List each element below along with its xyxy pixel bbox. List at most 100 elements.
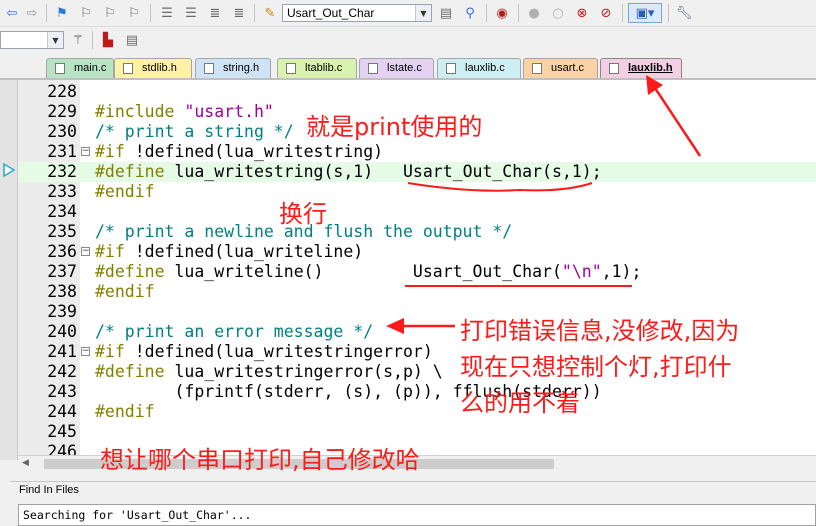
annotation-note-newline: 换行 [279, 200, 327, 228]
code-token: 1 [353, 162, 364, 181]
breakpoint-all-icon[interactable]: ⊘ [596, 3, 616, 23]
line-number: 239 [47, 302, 77, 321]
open-file-icon[interactable]: ▤ [436, 3, 456, 23]
pack-installer-icon[interactable]: ▤ [122, 30, 142, 50]
current-line-arrow-icon [3, 163, 15, 177]
bookmark-clear-icon[interactable]: ⚐ [124, 3, 144, 23]
code-token: 1 [571, 162, 582, 181]
fold-toggle-icon[interactable]: − [81, 247, 90, 256]
code-token: lua_writestringerror(s,p) \ [174, 362, 443, 381]
annotation-note-error: 么的用不着 [460, 389, 580, 417]
scroll-left-icon[interactable]: ◀ [22, 458, 29, 468]
magic-wand-icon[interactable]: ⚚ [68, 30, 88, 50]
back-icon[interactable]: ⇦ [2, 3, 22, 23]
code-line[interactable]: 231− #if !defined(lua_writestring) [18, 142, 816, 162]
file-icon [55, 63, 65, 74]
line-number: 236 [47, 242, 77, 261]
uncomment-icon[interactable]: ≣ [229, 3, 249, 23]
tab-label: lauxlib.h [628, 62, 673, 74]
tab-lstate-c[interactable]: lstate.c [359, 58, 434, 78]
code-line[interactable]: 244 #endif [18, 402, 816, 422]
wrench-icon[interactable]: 🔧︎ [674, 3, 694, 23]
chevron-down-icon[interactable]: ▼ [47, 32, 63, 48]
find-in-files-icon[interactable]: ⚲ [460, 3, 480, 23]
tab-main-c[interactable]: main.c [46, 58, 114, 78]
code-text: #if !defined(lua_writeline) [95, 242, 363, 262]
window-icon[interactable]: ▣▾ [628, 3, 662, 23]
tab-stdlib-h[interactable]: stdlib.h [114, 58, 192, 78]
secondary-toolbar: ▼ ⚚ ▙ ▤ [0, 27, 816, 53]
code-token: "usart.h" [184, 102, 274, 121]
code-line[interactable]: 237 #define lua_writeline() Usart_Out_Cha… [18, 262, 816, 282]
code-line[interactable]: 235/* print a newline and flush the outp… [18, 222, 816, 242]
toolbar-separator [92, 31, 93, 49]
toolbar-separator [486, 4, 487, 22]
code-token: #if [95, 242, 135, 261]
code-text: #define lua_writeline() Usart_Out_Char("… [95, 262, 641, 282]
bookmark-prev-icon[interactable]: ⚐ [76, 3, 96, 23]
tab-lauxlib-c[interactable]: lauxlib.c [437, 58, 521, 78]
line-number: 234 [47, 202, 77, 221]
line-number: 233 [47, 182, 77, 201]
code-line[interactable]: 228 [18, 82, 816, 102]
tab-label: usart.c [551, 62, 585, 74]
tab-string-h[interactable]: string.h [195, 58, 271, 78]
target-combo[interactable]: ▼ [0, 31, 64, 49]
code-token: ); [581, 162, 602, 181]
debug-icon[interactable]: ◉ [492, 3, 512, 23]
code-token: #if [95, 342, 135, 361]
toolbar-separator [622, 4, 623, 22]
line-number: 240 [47, 322, 77, 341]
fold-toggle-icon[interactable]: − [81, 347, 90, 356]
bookmark-icon[interactable]: ⚑ [52, 3, 72, 23]
code-line[interactable]: 232 #define lua_writestring(s,1) Usart_Ou… [18, 162, 816, 182]
code-line[interactable]: 238 #endif [18, 282, 816, 302]
fold-toggle-icon[interactable]: − [81, 147, 90, 156]
bookmark-next-icon[interactable]: ⚐ [100, 3, 120, 23]
code-text: #include "usart.h" [95, 102, 274, 122]
code-text: /* print an error message */ [95, 322, 373, 342]
line-number: 230 [47, 122, 77, 141]
code-token: !defined(lua_writestringerror) [134, 342, 433, 361]
tab-ltablib-c[interactable]: ltablib.c [277, 58, 357, 78]
manage-components-icon[interactable]: ▙ [98, 30, 118, 50]
function-combo[interactable]: Usart_Out_Char ▼ [282, 4, 432, 22]
main-toolbar: ⇦ ⇨ ⚑ ⚐ ⚐ ⚐ ☰ ☰ ≣ ≣ ✎ Usart_Out_Char ▼ ▤… [0, 0, 816, 27]
file-icon [286, 63, 296, 74]
unindent-icon[interactable]: ☰ [181, 3, 201, 23]
chevron-down-icon[interactable]: ▼ [415, 5, 431, 21]
line-number: 243 [47, 382, 77, 401]
breakpoint-disable-icon[interactable]: ○ [548, 3, 568, 23]
code-text: #if !defined(lua_writestringerror) [95, 342, 433, 362]
code-token: !defined(lua_writeline) [134, 242, 364, 261]
toolbar-separator [150, 4, 151, 22]
code-token: #if [95, 142, 135, 161]
code-token: #define [95, 162, 175, 181]
breakpoint-kill-icon[interactable]: ⊗ [572, 3, 592, 23]
tab-lauxlib-h[interactable]: lauxlib.h [600, 58, 682, 78]
code-token: #define [95, 362, 175, 381]
code-token: #include [95, 102, 185, 121]
breakpoint-icon[interactable]: ● [524, 3, 544, 23]
tab-label: ltablib.c [305, 62, 343, 74]
line-number: 238 [47, 282, 77, 301]
file-icon [123, 63, 133, 74]
toolbar-separator [518, 4, 519, 22]
find-output-box[interactable]: Searching for 'Usart_Out_Char'... [18, 504, 816, 526]
code-line[interactable]: 245 [18, 422, 816, 442]
annotation-note-error: 现在只想控制个灯,打印什 [460, 353, 732, 381]
bookmark-margin [0, 80, 18, 460]
comment-icon[interactable]: ≣ [205, 3, 225, 23]
toolbar-separator [46, 4, 47, 22]
code-line[interactable]: 234 [18, 202, 816, 222]
line-number: 237 [47, 262, 77, 281]
code-line[interactable]: 243 (fprintf(stderr, (s), (p)), fflush(s… [18, 382, 816, 402]
tab-usart-c[interactable]: usart.c [523, 58, 598, 78]
forward-icon[interactable]: ⇨ [22, 3, 42, 23]
code-line[interactable]: 233 #endif [18, 182, 816, 202]
annotation-note-print: 就是print使用的 [306, 113, 483, 141]
indent-icon[interactable]: ☰ [157, 3, 177, 23]
tab-label: string.h [223, 62, 260, 74]
line-number: 242 [47, 362, 77, 381]
code-line[interactable]: 236− #if !defined(lua_writeline) [18, 242, 816, 262]
